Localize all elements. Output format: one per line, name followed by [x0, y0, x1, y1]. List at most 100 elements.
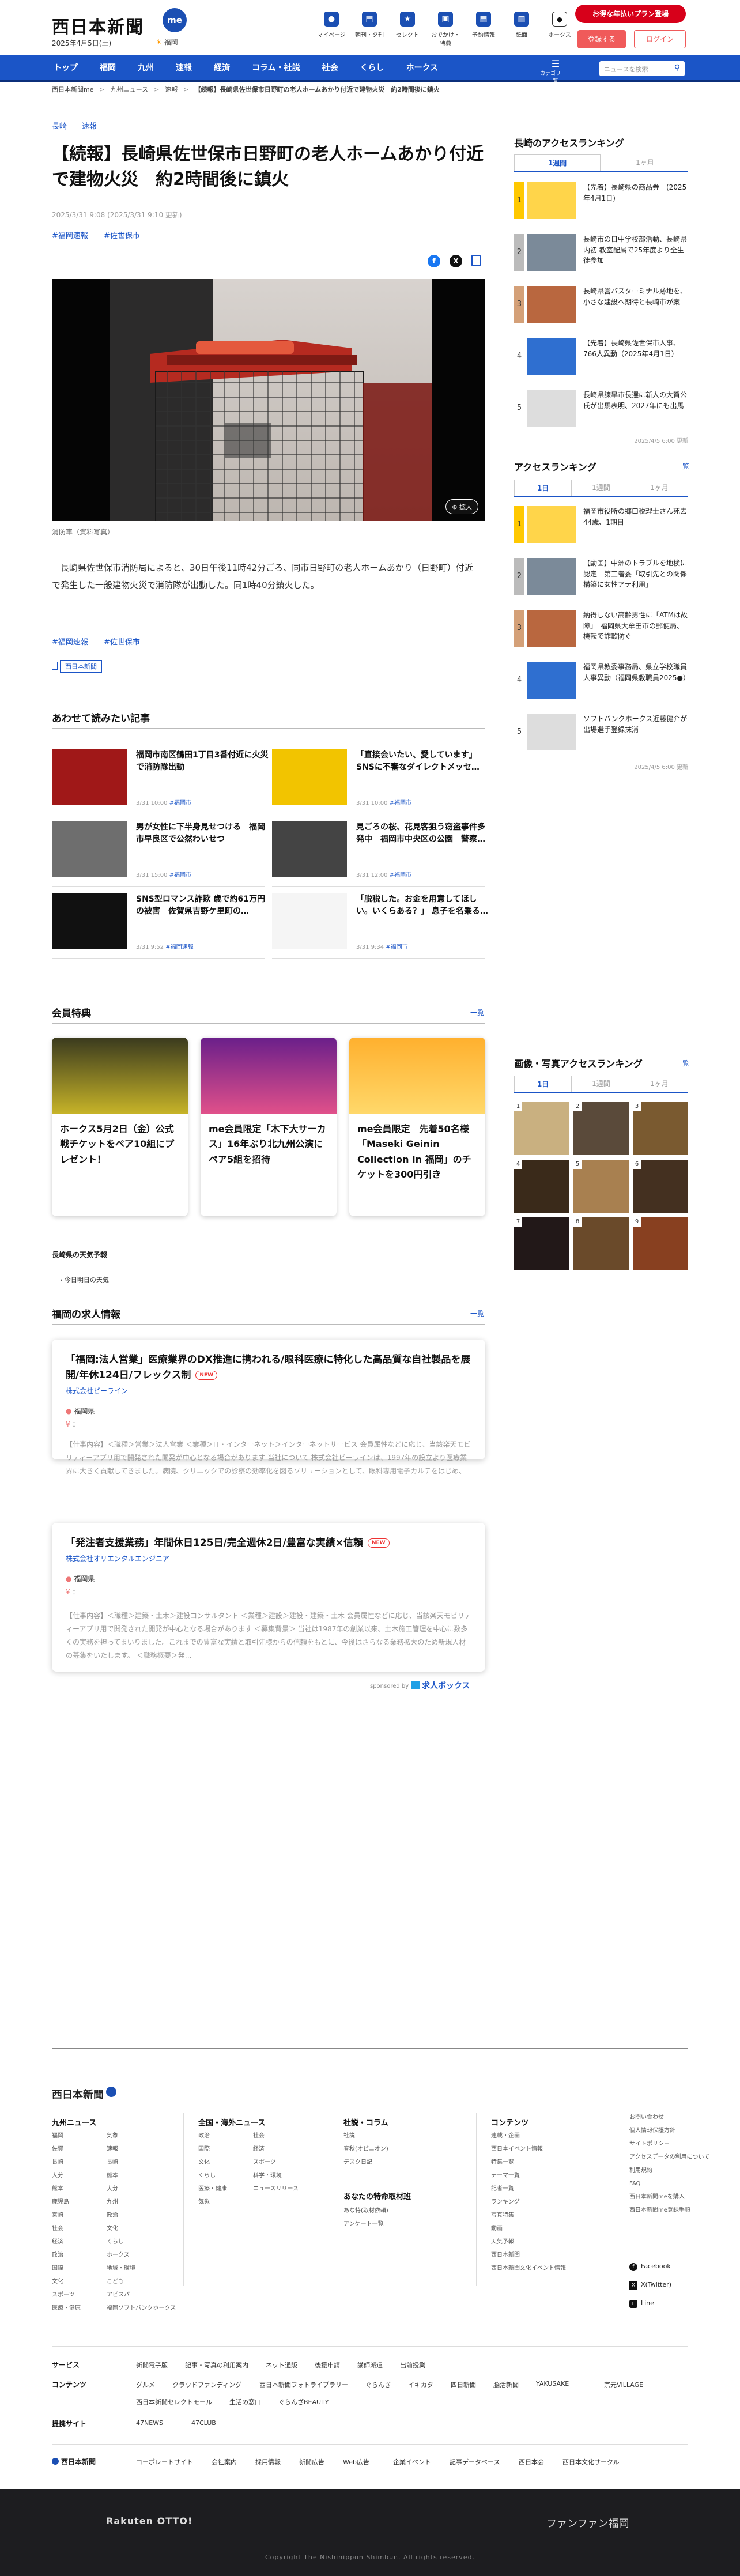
- facebook-share-icon[interactable]: f: [428, 255, 440, 267]
- tab-week[interactable]: 1週間: [572, 1076, 630, 1092]
- gallery-item[interactable]: 3: [633, 1102, 688, 1155]
- search-input[interactable]: ニュースを検索 ⚲: [599, 61, 685, 76]
- footer-link[interactable]: スポーツ: [52, 2292, 75, 2299]
- gallery-item[interactable]: 5: [573, 1160, 629, 1213]
- photo-ranking-more[interactable]: 一覧: [675, 1058, 689, 1068]
- related-article[interactable]: 「脱税した。お金を用意してほしい。いくらある？」 息子を名乗る… 3/31 9:3…: [272, 893, 488, 953]
- footer-link[interactable]: 長崎: [52, 2159, 63, 2166]
- ranking-item[interactable]: 4 【先着】長崎県佐世保市人事、766人異動（2025年4月1日）: [514, 338, 688, 384]
- ranking-item[interactable]: 2 【動画】中洲のトラブルを地検に認定 第三者委「取引先との関係構築に女性アテ利用…: [514, 558, 688, 604]
- tab-week[interactable]: 1週間: [572, 480, 630, 496]
- nav-item[interactable]: トップ: [43, 55, 89, 81]
- footer-link[interactable]: アビスパ: [107, 2292, 130, 2299]
- ranking-item[interactable]: 3 長崎県営バスターミナル跡地を、小さな建設へ期待と長崎市が案: [514, 286, 688, 332]
- footer-link[interactable]: 文化: [52, 2279, 63, 2285]
- category-link-nagasaki[interactable]: 長崎: [52, 120, 67, 131]
- bottom-tag[interactable]: #福岡速報: [52, 636, 88, 647]
- ranking-item[interactable]: 5 長崎県諫早市長選に新人の大賀公氏が出馬表明、2027年にも出馬: [514, 390, 688, 436]
- gallery-item[interactable]: 4: [514, 1160, 569, 1213]
- corporate-link[interactable]: 会社案内: [212, 2457, 237, 2466]
- nav-item[interactable]: 速報: [165, 55, 203, 81]
- footer-row-link[interactable]: 新聞電子版: [136, 2360, 168, 2370]
- corporate-link[interactable]: 記事データベース: [450, 2457, 500, 2466]
- footer-link[interactable]: 文化: [107, 2226, 118, 2232]
- corporate-link[interactable]: 西日本文化サークル: [562, 2457, 620, 2466]
- footer-link[interactable]: デスク日記: [343, 2159, 372, 2166]
- footer-row-link[interactable]: 出前授業: [400, 2360, 425, 2370]
- footer-link[interactable]: ホークス: [107, 2252, 130, 2259]
- breadcrumb-item[interactable]: 西日本新聞me: [52, 86, 93, 93]
- related-article[interactable]: 福岡市南区鶴田1丁目3番付近に火災で消防隊出動 3/31 10:00 #福岡市: [52, 749, 268, 809]
- access-ranking-more[interactable]: 一覧: [675, 461, 689, 471]
- footer-link[interactable]: 西日本新聞文化イベント情報: [491, 2265, 566, 2272]
- footer-link[interactable]: 記者一覧: [491, 2186, 514, 2193]
- related-article[interactable]: SNS型ロマンス詐欺 歳で約61万円の被害 佐賀県吉野ケ里町の… 3/31 9:5…: [52, 893, 268, 953]
- header-icon-button[interactable]: ● マイページ: [316, 12, 347, 47]
- header-icon-button[interactable]: ▥ 紙面: [506, 12, 537, 47]
- weather-link[interactable]: › 今日明日の天気: [60, 1275, 109, 1284]
- gallery-item[interactable]: 2: [573, 1102, 629, 1155]
- tab-day[interactable]: 1日: [514, 1076, 572, 1092]
- footer-link[interactable]: 佐賀: [52, 2146, 63, 2153]
- related-tag[interactable]: #福岡市: [390, 800, 411, 806]
- footer-link[interactable]: 宮崎: [52, 2212, 63, 2219]
- tab-month[interactable]: 1ヶ月: [630, 480, 688, 496]
- footer-row-link[interactable]: 四日新聞: [451, 2380, 476, 2389]
- footer-link[interactable]: アクセスデータの利用について: [629, 2154, 709, 2161]
- footer-link[interactable]: 動画: [491, 2226, 503, 2232]
- corporate-link[interactable]: Web広告: [343, 2457, 369, 2466]
- tab-week[interactable]: 1週間: [514, 154, 601, 171]
- gallery-item[interactable]: 8: [573, 1217, 629, 1270]
- related-article[interactable]: 男が女性に下半身見せつける 福岡市早良区で公然わいせつ 3/31 15:00 #福…: [52, 821, 268, 881]
- logo-me-badge[interactable]: me: [163, 8, 187, 32]
- sponsor-logo[interactable]: 求人ボックス: [411, 1680, 470, 1691]
- jobs-more-link[interactable]: 一覧: [470, 1308, 484, 1318]
- nav-item[interactable]: 経済: [203, 55, 241, 81]
- footer-link[interactable]: アンケート一覧: [343, 2217, 388, 2231]
- ranking-item[interactable]: 5 ソフトバンクホークス近藤健介が出場選手登録抹消: [514, 714, 688, 760]
- login-button[interactable]: ログイン: [634, 30, 686, 48]
- footer-link[interactable]: 大分: [52, 2173, 63, 2179]
- footer-link[interactable]: スポーツ: [253, 2159, 276, 2166]
- footer-link[interactable]: サイトポリシー: [629, 2141, 670, 2148]
- search-icon[interactable]: ⚲: [674, 63, 680, 73]
- gallery-item[interactable]: 7: [514, 1217, 569, 1270]
- nav-item[interactable]: 福岡: [89, 55, 127, 81]
- footer-row-link[interactable]: 47CLUB: [191, 2419, 216, 2427]
- footer-link[interactable]: 気象: [107, 2133, 118, 2140]
- ranking-item[interactable]: 3 納得しない高齢男性に「ATMは故障」 福岡県大牟田市の郵便局、機転で詐欺防ぐ: [514, 610, 688, 656]
- perk-card[interactable]: ホークス5月2日（金）公式戦チケットをペア10組にプレゼント！: [52, 1038, 188, 1216]
- footer-link[interactable]: 政治: [198, 2133, 210, 2140]
- related-article[interactable]: 見ごろの桜、花見客狙う窃盗事件多発中 福岡市中央区の公園 警察… 3/31 12:…: [272, 821, 488, 881]
- footer-link[interactable]: 熊本: [52, 2186, 63, 2193]
- footer-link[interactable]: 福岡: [52, 2133, 63, 2140]
- x-share-icon[interactable]: X: [450, 255, 462, 267]
- job-card[interactable]: 「福岡:法人営業」医療業界のDX推進に携われる/眼科医療に特化した高品質な自社製…: [52, 1340, 485, 1475]
- nav-item[interactable]: 社会: [311, 55, 349, 81]
- breadcrumb-item[interactable]: 速報: [165, 86, 178, 93]
- footer-link[interactable]: 社説: [343, 2133, 355, 2140]
- footer-link[interactable]: 経済: [52, 2239, 63, 2246]
- x-link[interactable]: X X(Twitter): [629, 2276, 671, 2294]
- footer-row-link[interactable]: YAKUSAKE: [536, 2380, 569, 2388]
- footer-link[interactable]: 国際: [198, 2146, 210, 2153]
- nav-item[interactable]: 九州: [127, 55, 165, 81]
- fanfan-logo[interactable]: ファンファン福岡: [546, 2515, 629, 2530]
- related-article[interactable]: 「直接会いたい、愛しています」 SNSに不審なダイレクトメッセ… 3/31 10:…: [272, 749, 488, 809]
- footer-link[interactable]: 大分: [107, 2186, 118, 2193]
- tab-month[interactable]: 1ヶ月: [630, 1076, 688, 1092]
- corporate-link[interactable]: 新聞広告: [299, 2457, 324, 2466]
- footer-row-link[interactable]: ネット通販: [266, 2360, 297, 2370]
- footer-row-link[interactable]: 記事・写真の利用案内: [185, 2360, 248, 2370]
- breadcrumb-item[interactable]: 九州ニュース: [111, 86, 148, 93]
- line-link[interactable]: L Line: [629, 2294, 671, 2313]
- nav-item[interactable]: コラム・社説: [241, 55, 311, 81]
- footer-link[interactable]: 文化: [198, 2159, 210, 2166]
- footer-link[interactable]: 科学・環境: [253, 2173, 282, 2179]
- footer-link[interactable]: こども: [107, 2279, 124, 2285]
- gallery-item[interactable]: 1: [514, 1102, 569, 1155]
- tab-day[interactable]: 1日: [514, 480, 572, 496]
- footer-row-link[interactable]: イキカタ: [408, 2380, 433, 2389]
- register-button[interactable]: 登録する: [577, 30, 626, 48]
- subscribe-button[interactable]: お得な年払いプラン登場: [575, 5, 686, 23]
